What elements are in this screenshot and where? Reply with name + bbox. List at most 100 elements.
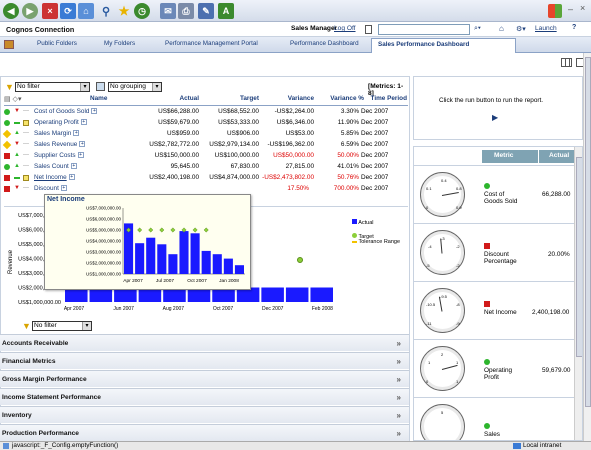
- metric-name[interactable]: Net Income +: [34, 174, 75, 181]
- time-value: Dec 2007: [361, 108, 389, 115]
- col-time-period[interactable]: Time Period: [362, 95, 407, 105]
- bar: [212, 254, 222, 274]
- col-variance[interactable]: Variance: [274, 95, 314, 105]
- metric-name[interactable]: Sales Margin +: [34, 130, 80, 137]
- mail-icon[interactable]: ✉: [160, 3, 176, 19]
- expand-icon[interactable]: +: [79, 141, 86, 148]
- metric-row[interactable]: -10.5 -9.5 -8 -11 -9 Net Income 2,400,19…: [414, 281, 581, 339]
- gauge-scale-b: -9.5: [440, 294, 447, 299]
- home-portal-icon[interactable]: ⌂: [499, 24, 504, 33]
- tab-public-folders[interactable]: Public Folders: [37, 40, 77, 47]
- actual-value: US$59,679.00: [158, 119, 199, 126]
- table-row[interactable]: ▲ ··· Sales Count + 95,645.00 67,830.00 2…: [4, 162, 408, 173]
- bar: [285, 287, 309, 302]
- grouping-select[interactable]: No grouping ▾: [108, 82, 162, 92]
- page-scrollbar[interactable]: [583, 53, 591, 441]
- refresh-icon[interactable]: ⟳: [60, 3, 76, 19]
- metric-name[interactable]: Sales Revenue +: [34, 141, 86, 148]
- metric-name[interactable]: Operating Profit +: [34, 119, 87, 126]
- filter-select-2[interactable]: No filter ▾: [32, 321, 92, 331]
- home-icon[interactable]: ⌂: [78, 3, 94, 19]
- filter-icon: ▼: [22, 321, 31, 331]
- table-row[interactable]: ▲ ··· Sales Margin + US$959.00 US$906.00 …: [2, 129, 408, 140]
- run-button[interactable]: ▶: [492, 113, 498, 122]
- metric-name[interactable]: Supplier Costs +: [34, 152, 84, 159]
- expand-chevron-icon[interactable]: »: [397, 357, 401, 366]
- expand-icon[interactable]: +: [80, 119, 87, 126]
- y-tick-label: US$1,000,000.00: [86, 272, 122, 277]
- forward-button[interactable]: ▶: [22, 3, 38, 19]
- minimize-button[interactable]: –: [568, 4, 573, 14]
- stop-icon[interactable]: ×: [42, 3, 58, 19]
- metric-row[interactable]: 1 2 1 0 1 Operating Profit 59,679.00: [414, 339, 581, 397]
- favorites-icon[interactable]: ★: [116, 3, 132, 19]
- col-variance-pct[interactable]: Variance %: [314, 95, 364, 105]
- y-tick-label: US$4,000,000.00: [86, 239, 122, 244]
- edit-icon[interactable]: ✎: [198, 3, 214, 19]
- document-icon[interactable]: [365, 25, 372, 34]
- watch-icon: ···: [23, 152, 29, 158]
- accordion-production[interactable]: Production Performance»: [0, 424, 409, 441]
- tab-my-folders[interactable]: My Folders: [104, 40, 135, 47]
- gauge-scale-d: 0: [426, 205, 429, 210]
- search-menu-icon[interactable]: ⌕▾: [474, 25, 481, 33]
- accordion-gross-margin[interactable]: Gross Margin Performance»: [0, 370, 409, 387]
- variance-value: US$50,000.00: [273, 152, 314, 159]
- expand-chevron-icon[interactable]: »: [397, 339, 401, 348]
- accordion-accounts-receivable[interactable]: Accounts Receivable»: [0, 334, 409, 351]
- history-icon[interactable]: ◷: [134, 3, 150, 19]
- x-tick-label: Jan 2008: [219, 278, 239, 284]
- accordion-financial-metrics[interactable]: Financial Metrics»: [0, 352, 409, 369]
- back-button[interactable]: ◀: [3, 3, 19, 19]
- search-icon[interactable]: ⚲: [98, 3, 114, 19]
- logoff-link[interactable]: Log Off: [334, 25, 356, 32]
- tab-sales-performance-dashboard[interactable]: Sales Performance Dashboard: [371, 38, 516, 53]
- metric-actual: 2,400,198.00: [532, 309, 570, 316]
- table-row[interactable]: ▼ ··· Cost of Goods Sold + US$66,288.00 U…: [4, 107, 408, 118]
- accordion-inventory[interactable]: Inventory»: [0, 406, 409, 423]
- messenger-icon[interactable]: A: [218, 3, 234, 19]
- expand-icon[interactable]: +: [60, 185, 67, 192]
- col-target[interactable]: Target: [219, 95, 259, 105]
- expand-chevron-icon[interactable]: »: [397, 429, 401, 438]
- target-value: 67,830.00: [230, 163, 259, 170]
- trend-flat-icon: [14, 177, 20, 179]
- table-row[interactable]: ▲ ··· Supplier Costs + US$150,000.00 US$1…: [4, 151, 408, 162]
- layout-icon[interactable]: [561, 58, 572, 67]
- table-row[interactable]: ▼ ··· Sales Revenue + US$2,782,772.00 US$…: [2, 140, 408, 151]
- help-icon[interactable]: ?: [572, 24, 576, 31]
- expand-chevron-icon[interactable]: »: [397, 411, 401, 420]
- filter-select[interactable]: No filter ▾: [15, 82, 90, 92]
- target-marker: [159, 227, 165, 233]
- metric-name[interactable]: Cost of Goods Sold +: [34, 108, 98, 115]
- portal-title: Cognos Connection: [6, 25, 75, 34]
- print-icon[interactable]: ⎙: [178, 3, 194, 19]
- portal-menu-icon[interactable]: [4, 40, 14, 49]
- metric-row[interactable]: -4 -3 -2 -5 -2 Discount Percentage 20.00…: [414, 223, 581, 281]
- portal-search-input[interactable]: [378, 24, 470, 35]
- expand-icon[interactable]: +: [70, 163, 77, 170]
- gauge-panel: Metric Actual 0.1 0.4 0.8 0 0.9 Cost of …: [413, 146, 583, 441]
- metric-name[interactable]: Sales Count +: [34, 163, 77, 170]
- col-actual[interactable]: Actual: [159, 95, 199, 105]
- tab-performance-management-portal[interactable]: Performance Management Portal: [165, 40, 258, 47]
- tools-menu-icon[interactable]: ⚙▾: [516, 25, 526, 33]
- expand-chevron-icon[interactable]: »: [397, 375, 401, 384]
- metric-row[interactable]: 5 Sales: [414, 397, 581, 440]
- tab-performance-dashboard[interactable]: Performance Dashboard: [290, 40, 359, 47]
- metric-name[interactable]: Discount +: [34, 185, 67, 192]
- launch-menu[interactable]: Launch: [535, 25, 557, 32]
- watch-icon: ···: [23, 163, 29, 169]
- expand-icon[interactable]: +: [91, 108, 98, 115]
- close-window-button[interactable]: ×: [580, 3, 585, 13]
- table-row[interactable]: Operating Profit + US$59,679.00 US$53,333…: [4, 118, 408, 129]
- expand-chevron-icon[interactable]: »: [397, 393, 401, 402]
- table-row[interactable]: Net Income + US$2,400,198.00 US$4,874,000…: [4, 173, 408, 184]
- accordion-income-statement[interactable]: Income Statement Performance»: [0, 388, 409, 405]
- metric-row[interactable]: 0.1 0.4 0.8 0 0.9 Cost of Goods Sold 66,…: [414, 165, 581, 223]
- expand-icon[interactable]: +: [77, 152, 84, 159]
- expand-icon[interactable]: +: [68, 174, 75, 181]
- expand-icon[interactable]: +: [73, 130, 80, 137]
- col-name[interactable]: Name: [90, 95, 107, 105]
- gauge-scrollbar[interactable]: [574, 147, 582, 440]
